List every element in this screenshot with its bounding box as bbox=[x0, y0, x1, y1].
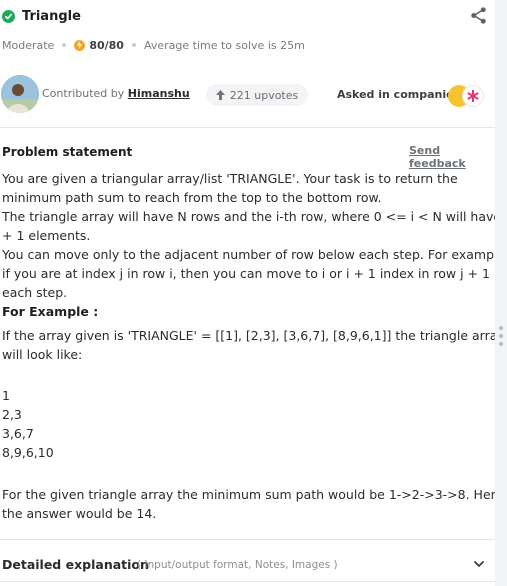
divider bbox=[0, 539, 495, 540]
statement-line: if you are at index j in row i, then you… bbox=[2, 266, 495, 281]
detailed-explanation-heading: Detailed explanation bbox=[2, 557, 149, 572]
upvote-count: 221 upvotes bbox=[229, 88, 299, 102]
statement-line: + 1 elements. bbox=[2, 228, 91, 243]
upvote-arrow-icon bbox=[215, 90, 225, 100]
statement-line: minimum path sum to reach from the top t… bbox=[2, 190, 382, 205]
example-intro: If the array given is 'TRIANGLE' = [[1],… bbox=[2, 326, 495, 364]
company-logo-icon[interactable] bbox=[462, 85, 484, 107]
statement-line: each step. bbox=[2, 285, 68, 300]
upvote-button[interactable]: 221 upvotes bbox=[206, 84, 308, 106]
title-row: Triangle bbox=[2, 7, 81, 25]
example-conclusion: For the given triangle array the minimum… bbox=[2, 485, 495, 523]
problem-statement-heading: Problem statement bbox=[2, 145, 133, 159]
example-heading: For Example : bbox=[2, 304, 99, 319]
divider bbox=[0, 581, 495, 582]
triangle-rows: 1 2,3 3,6,7 8,9,6,10 bbox=[2, 386, 490, 462]
contributor-avatar[interactable] bbox=[1, 75, 39, 113]
contributor-name-link[interactable]: Himanshu bbox=[128, 87, 190, 100]
difficulty-label: Moderate bbox=[2, 38, 55, 52]
contributor-row: Contributed by Himanshu 221 upvotes Aske… bbox=[0, 74, 495, 116]
problem-page: Triangle Moderate 80/80 Average time to … bbox=[0, 0, 495, 586]
detailed-explanation-subtitle: ( Input/output format, Notes, Images ) bbox=[137, 559, 338, 571]
meta-row: Moderate 80/80 Average time to solve is … bbox=[2, 37, 305, 53]
companies-label: Asked in companies bbox=[337, 88, 461, 101]
contributed-by-label: Contributed by bbox=[42, 87, 125, 100]
triangle-row: 8,9,6,10 bbox=[2, 445, 54, 460]
example-line: If the array given is 'TRIANGLE' = [[1],… bbox=[2, 328, 495, 343]
statement-line: The triangle array will have N rows and … bbox=[2, 209, 495, 224]
separator-dot bbox=[131, 43, 136, 47]
scrollbar-grip-icon[interactable] bbox=[498, 326, 504, 350]
chevron-down-icon[interactable] bbox=[472, 557, 486, 571]
separator-dot bbox=[62, 43, 67, 47]
score-value: 80/80 bbox=[89, 38, 124, 52]
scrollbar[interactable] bbox=[495, 0, 507, 586]
conclusion-line: the answer would be 14. bbox=[2, 506, 157, 521]
triangle-row: 2,3 bbox=[2, 407, 22, 422]
contributed-by: Contributed by Himanshu bbox=[42, 87, 190, 100]
example-line: will look like: bbox=[2, 347, 83, 362]
solved-check-icon bbox=[2, 9, 15, 23]
send-feedback-link[interactable]: Send feedback bbox=[409, 144, 495, 170]
detailed-explanation-toggle[interactable]: Detailed explanation ( Input/output form… bbox=[0, 555, 495, 577]
statement-line: You are given a triangular array/list 'T… bbox=[2, 171, 458, 186]
triangle-row: 1 bbox=[2, 388, 10, 403]
conclusion-line: For the given triangle array the minimum… bbox=[2, 487, 495, 502]
divider bbox=[0, 127, 495, 128]
statement-line: You can move only to the adjacent number… bbox=[2, 247, 495, 262]
problem-statement-body: You are given a triangular array/list 'T… bbox=[2, 169, 495, 321]
bolt-icon bbox=[74, 39, 86, 51]
share-icon[interactable] bbox=[469, 6, 488, 25]
average-time: Average time to solve is 25m bbox=[143, 38, 305, 52]
triangle-row: 3,6,7 bbox=[2, 426, 34, 441]
problem-title: Triangle bbox=[22, 8, 81, 24]
